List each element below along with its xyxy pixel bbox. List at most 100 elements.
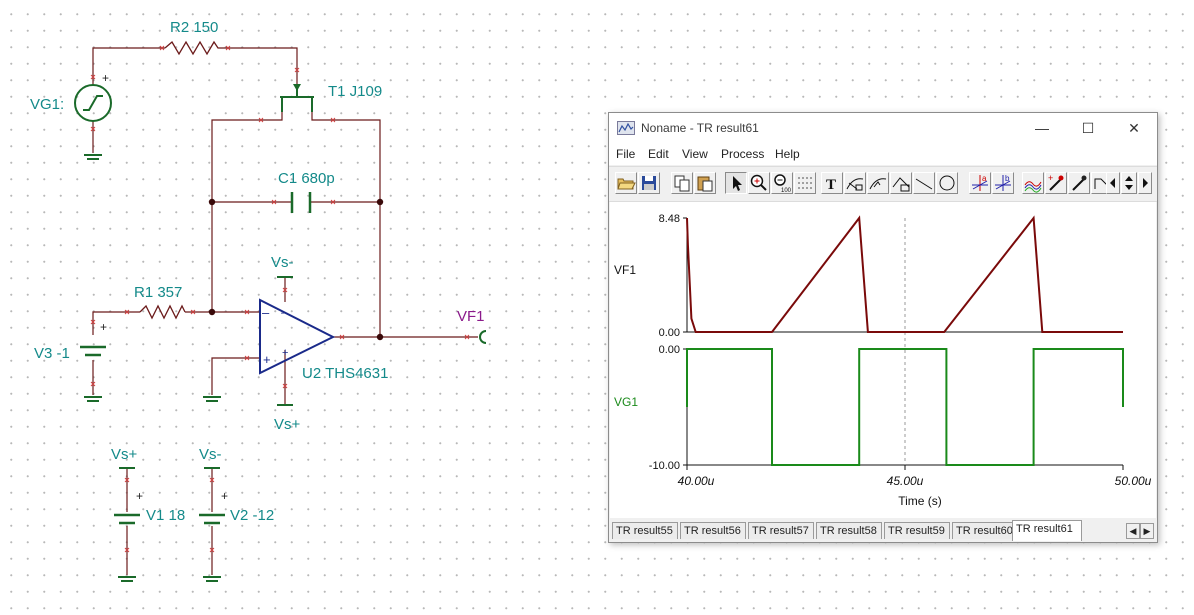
menu-file[interactable]: File bbox=[616, 147, 635, 161]
open-icon bbox=[617, 178, 636, 190]
vf1-ytick-label-bottom: 0.00 bbox=[659, 327, 680, 339]
vf1-label: VF1 bbox=[457, 308, 485, 325]
pointer-button[interactable] bbox=[725, 172, 747, 194]
vs-plus-label-v1: Vs+ bbox=[111, 446, 138, 463]
v2-battery[interactable] bbox=[199, 513, 225, 525]
plot-area[interactable]: 8.48 0.00 0.00 -10.00 VF1 VG1 40.00u 45.… bbox=[610, 202, 1156, 518]
opamp-minus-sign: – bbox=[262, 305, 270, 320]
curve-label-2-button[interactable] bbox=[867, 172, 889, 194]
xtick-label-2: 50.00u bbox=[1115, 474, 1152, 488]
grid-button[interactable] bbox=[794, 172, 816, 194]
v3-label: V3 -1 bbox=[34, 345, 70, 362]
grid-icon bbox=[798, 177, 812, 189]
r2-label: R2 150 bbox=[170, 19, 218, 36]
scroll-up-down-icon bbox=[1125, 176, 1133, 190]
vf1-ytick-label-top: 8.48 bbox=[659, 213, 680, 225]
probe-icon: + bbox=[1048, 173, 1064, 191]
menu-edit[interactable]: Edit bbox=[648, 147, 669, 161]
app-icon bbox=[617, 121, 635, 135]
scroll-left-button[interactable] bbox=[1106, 172, 1120, 194]
tab-tr-result55[interactable]: TR result55 bbox=[612, 522, 678, 539]
curve-label-2-icon bbox=[869, 178, 887, 190]
tab-tr-result61[interactable]: TR result61 bbox=[1012, 520, 1082, 541]
schematic-canvas[interactable]: + + + + – + – + R2 150 T1 J109 VG1: C1 6… bbox=[0, 0, 600, 615]
v1-plus-sign: + bbox=[136, 489, 143, 503]
zoom-in-icon bbox=[750, 174, 767, 191]
scroll-up-down-button[interactable] bbox=[1121, 172, 1137, 194]
scroll-right-icon bbox=[1143, 178, 1148, 188]
ground-symbol-vg1 bbox=[84, 154, 102, 160]
zoom-in-button[interactable] bbox=[748, 172, 770, 194]
curves-button[interactable] bbox=[1022, 172, 1044, 194]
tab-tr-result57[interactable]: TR result57 bbox=[748, 522, 814, 539]
tab-scroll-right-button[interactable]: ▶ bbox=[1140, 523, 1154, 539]
result-tab-bar: TR result55 TR result56 TR result57 TR r… bbox=[609, 519, 1157, 542]
tr-plot[interactable]: 8.48 0.00 0.00 -10.00 VF1 VG1 40.00u 45.… bbox=[610, 202, 1156, 518]
v2-plus-sign: + bbox=[221, 489, 228, 503]
paste-icon bbox=[697, 176, 713, 192]
r1-label: R1 357 bbox=[134, 284, 182, 301]
circle-icon bbox=[939, 175, 955, 191]
c1-label: C1 680p bbox=[278, 170, 335, 187]
svg-text:b: b bbox=[1005, 174, 1010, 183]
curve-label-icon bbox=[846, 178, 864, 191]
tab-tr-result58[interactable]: TR result58 bbox=[816, 522, 882, 539]
scroll-left-icon bbox=[1110, 178, 1115, 188]
close-button[interactable]: ✕ bbox=[1111, 113, 1157, 143]
vg1-source[interactable] bbox=[74, 84, 112, 122]
text-button[interactable]: T bbox=[821, 172, 843, 194]
probe-button[interactable]: + bbox=[1045, 172, 1067, 194]
svg-text:+: + bbox=[1048, 173, 1053, 183]
zoom-100-button[interactable]: 100 bbox=[771, 172, 793, 194]
opamp-supply-plus-sign: + bbox=[282, 347, 288, 359]
line-button[interactable] bbox=[913, 172, 935, 194]
cursor-b-button[interactable]: b bbox=[992, 172, 1014, 194]
jfet-gate-arrow bbox=[293, 84, 301, 91]
scroll-right-button[interactable] bbox=[1138, 172, 1152, 194]
t1-label: T1 J109 bbox=[328, 83, 382, 100]
vg1-ytick-label-top: 0.00 bbox=[659, 344, 680, 356]
u2-label: U2 THS4631 bbox=[302, 365, 388, 382]
title-bar[interactable]: Noname - TR result61 — ☐ ✕ bbox=[609, 113, 1157, 143]
save-button[interactable] bbox=[638, 172, 660, 194]
menu-help[interactable]: Help bbox=[775, 147, 800, 161]
ground-symbol-v1 bbox=[118, 576, 136, 582]
xtick-label-1: 45.00u bbox=[887, 474, 924, 488]
v3-battery[interactable] bbox=[80, 345, 106, 357]
menu-bar: File Edit View Process Help bbox=[609, 143, 1157, 165]
vs-minus-label-opamp: Vs- bbox=[271, 254, 294, 271]
x-axis-label: Time (s) bbox=[898, 494, 942, 508]
vf1-terminal[interactable] bbox=[479, 330, 487, 344]
tab-tr-result59[interactable]: TR result59 bbox=[884, 522, 950, 539]
curve-label-button[interactable] bbox=[844, 172, 866, 194]
marker-button[interactable] bbox=[1068, 172, 1090, 194]
copy-button[interactable] bbox=[671, 172, 693, 194]
v1-battery[interactable] bbox=[114, 513, 140, 525]
tab-scroll-left-button[interactable]: ◀ bbox=[1126, 523, 1140, 539]
zoom-100-icon: 100 bbox=[774, 174, 792, 194]
curve-label-3-icon bbox=[892, 177, 910, 192]
copy-icon bbox=[674, 175, 690, 192]
vs-plus-label-opamp: Vs+ bbox=[274, 416, 301, 433]
cursor-a-button[interactable]: a bbox=[969, 172, 991, 194]
minimize-button[interactable]: — bbox=[1019, 113, 1065, 143]
paste-button[interactable] bbox=[694, 172, 716, 194]
c1-capacitor[interactable] bbox=[290, 192, 312, 213]
circle-button[interactable] bbox=[936, 172, 958, 194]
save-icon bbox=[642, 176, 656, 190]
vg1-ytick-label-bottom: -10.00 bbox=[649, 460, 680, 472]
cursor-a-icon: a bbox=[972, 174, 988, 191]
line-icon bbox=[915, 178, 933, 190]
tab-tr-result60[interactable]: TR result60 bbox=[952, 522, 1018, 539]
tab-tr-result56[interactable]: TR result56 bbox=[680, 522, 746, 539]
maximize-button[interactable]: ☐ bbox=[1065, 113, 1111, 143]
u2-opamp[interactable] bbox=[259, 298, 336, 375]
menu-process[interactable]: Process bbox=[721, 147, 764, 161]
svg-text:100: 100 bbox=[781, 188, 792, 193]
menu-view[interactable]: View bbox=[682, 147, 708, 161]
r2-resistor[interactable] bbox=[164, 40, 225, 56]
r1-resistor[interactable] bbox=[139, 304, 186, 320]
open-button[interactable] bbox=[615, 172, 637, 194]
tr-result-window[interactable]: Noname - TR result61 — ☐ ✕ File Edit Vie… bbox=[608, 112, 1158, 543]
curve-label-3-button[interactable] bbox=[890, 172, 912, 194]
